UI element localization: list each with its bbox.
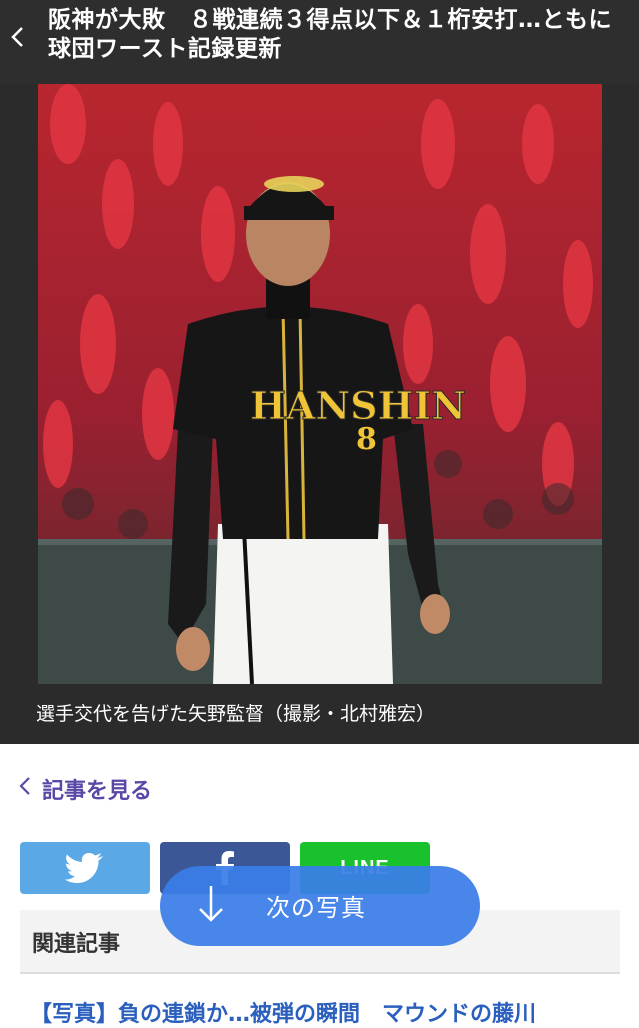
view-article-label: 記事を見る — [42, 779, 153, 804]
jersey-number: 8 — [356, 422, 377, 457]
view-article-link[interactable]: 記事を見る — [18, 772, 152, 806]
next-photo-label: 次の写真 — [266, 894, 366, 922]
chevron-left-icon — [18, 774, 32, 804]
header-bar: 阪神が大敗 ８戦連続３得点以下＆１桁安打…ともに球団ワースト記録更新 — [0, 0, 639, 84]
article-photo[interactable]: HANSHIN 8 — [38, 84, 602, 684]
related-articles-label: 関連記事 — [32, 932, 121, 957]
twitter-share-button[interactable] — [20, 842, 150, 894]
back-button[interactable] — [6, 20, 30, 54]
article-title: 阪神が大敗 ８戦連続３得点以下＆１桁安打…ともに球団ワースト記録更新 — [48, 7, 612, 62]
next-photo-button[interactable]: 次の写真 — [160, 866, 480, 946]
related-article-link[interactable]: 【写真】負の連鎖か…被弾の瞬間 マウンドの藤川 — [30, 996, 630, 1028]
arrow-down-icon — [199, 886, 223, 922]
chevron-left-icon — [11, 27, 23, 47]
photo-caption: 選手交代を告げた矢野監督（撮影・北村雅宏） — [36, 703, 436, 725]
twitter-bird-icon — [65, 853, 103, 883]
